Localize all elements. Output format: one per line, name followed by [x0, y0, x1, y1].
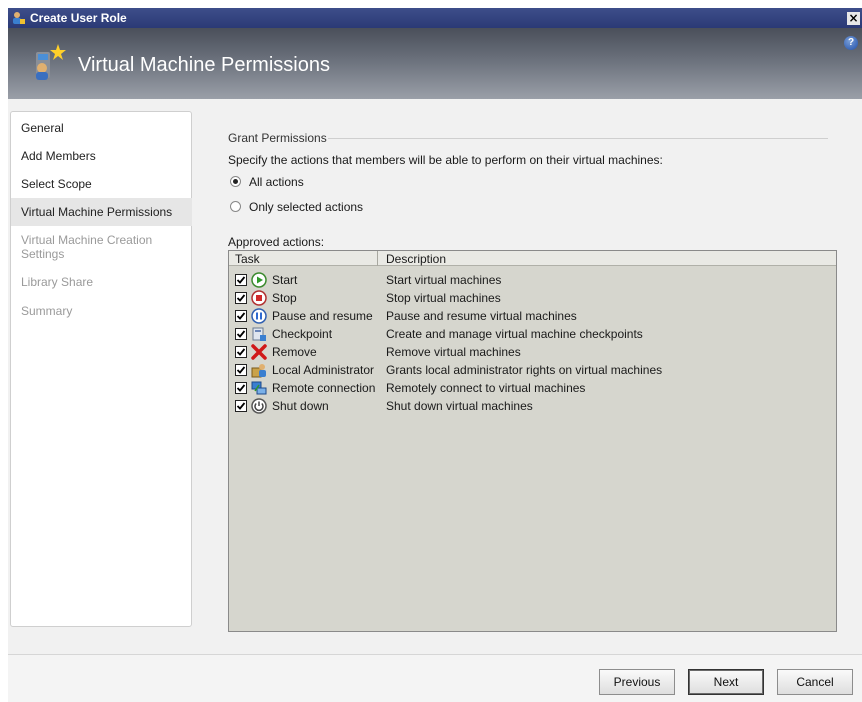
- checkbox[interactable]: [235, 292, 247, 304]
- task-label: Remove: [272, 345, 317, 359]
- main-panel: Grant Permissions Specify the actions th…: [204, 111, 854, 632]
- action-row-remove[interactable]: Remove Remove virtual machines: [229, 343, 836, 361]
- task-label: Start: [272, 273, 298, 287]
- task-label: Shut down: [272, 399, 329, 413]
- header-banner: Virtual Machine Permissions ?: [8, 28, 862, 99]
- task-description: Pause and resume virtual machines: [386, 309, 577, 323]
- action-row-local-admin[interactable]: Local Administrator Grants local adminis…: [229, 361, 836, 379]
- page-title: Virtual Machine Permissions: [78, 54, 330, 76]
- wizard-footer: Previous Next Cancel: [8, 654, 862, 702]
- cancel-button[interactable]: Cancel: [777, 669, 853, 695]
- task-description: Grants local administrator rights on vir…: [386, 363, 663, 377]
- radio-selected-actions[interactable]: Only selected actions: [230, 200, 363, 214]
- list-header: Task Description: [229, 251, 836, 266]
- group-divider: [328, 138, 828, 139]
- approved-actions-label: Approved actions:: [228, 235, 325, 249]
- radio-button[interactable]: [230, 176, 241, 187]
- local-admin-icon: [251, 364, 266, 378]
- action-row-start[interactable]: Start Start virtual machines: [229, 271, 836, 289]
- task-description: Remove virtual machines: [386, 345, 521, 359]
- task-label: Stop: [272, 291, 297, 305]
- task-label: Pause and resume: [272, 309, 373, 323]
- remove-icon: [251, 344, 267, 360]
- task-description: Remotely connect to virtual machines: [386, 381, 586, 395]
- shutdown-icon: [251, 398, 267, 414]
- task-description: Create and manage virtual machine checkp…: [386, 327, 643, 341]
- nav-item-library-share: Library Share: [21, 275, 94, 289]
- task-description: Stop virtual machines: [386, 291, 501, 305]
- nav-item-vm-permissions[interactable]: Virtual Machine Permissions: [11, 198, 192, 226]
- nav-item-summary: Summary: [21, 304, 73, 318]
- window-title: Create User Role: [30, 11, 127, 25]
- stop-icon: [251, 290, 267, 306]
- help-icon[interactable]: ?: [844, 36, 858, 50]
- task-description: Shut down virtual machines: [386, 399, 533, 413]
- group-label: Grant Permissions: [228, 131, 327, 145]
- action-row-pause-resume[interactable]: Pause and resume Pause and resume virtua…: [229, 307, 836, 325]
- checkbox[interactable]: [235, 346, 247, 358]
- radio-label: Only selected actions: [249, 200, 364, 214]
- close-button[interactable]: ×: [847, 12, 860, 25]
- remote-connection-icon: [251, 381, 267, 395]
- task-label: Local Administrator: [272, 363, 375, 377]
- nav-item-select-scope[interactable]: Select Scope: [11, 174, 192, 194]
- title-bar: Create User Role ×: [8, 8, 862, 28]
- checkbox[interactable]: [235, 364, 247, 376]
- action-row-checkpoint[interactable]: Checkpoint Create and manage virtual mac…: [229, 325, 836, 343]
- column-header-description[interactable]: Description: [386, 252, 446, 266]
- radio-all-actions[interactable]: All actions: [230, 175, 304, 189]
- checkbox[interactable]: [235, 400, 247, 412]
- start-icon: [251, 272, 267, 288]
- column-header-task[interactable]: Task: [235, 252, 260, 266]
- checkbox[interactable]: [235, 274, 247, 286]
- nav-item-general[interactable]: General: [11, 118, 192, 138]
- instructions-text: Specify the actions that members will be…: [228, 153, 663, 167]
- radio-label: All actions: [249, 175, 304, 189]
- actions-list[interactable]: Task Description Start Start virtual mac…: [228, 250, 837, 632]
- checkbox[interactable]: [235, 310, 247, 322]
- column-separator[interactable]: [377, 251, 378, 266]
- checkpoint-icon: [252, 327, 266, 341]
- checkbox[interactable]: [235, 328, 247, 340]
- user-role-icon: [36, 44, 66, 80]
- task-description: Start virtual machines: [386, 273, 502, 287]
- action-row-shut-down[interactable]: Shut down Shut down virtual machines: [229, 397, 836, 415]
- task-label: Checkpoint: [272, 327, 333, 341]
- radio-button[interactable]: [230, 201, 241, 212]
- user-role-small-icon: [13, 12, 25, 24]
- task-label: Remote connection: [272, 381, 376, 395]
- action-row-remote-connection[interactable]: Remote connection Remotely connect to vi…: [229, 379, 836, 397]
- nav-item-vm-creation-settings: Virtual Machine Creation Settings: [21, 233, 153, 261]
- pause-icon: [251, 308, 267, 324]
- previous-button[interactable]: Previous: [599, 669, 675, 695]
- next-button[interactable]: Next: [688, 669, 764, 695]
- checkbox[interactable]: [235, 382, 247, 394]
- wizard-body: General Add Members Select Scope Virtual…: [8, 99, 862, 654]
- wizard-nav: General Add Members Select Scope Virtual…: [10, 111, 192, 627]
- nav-item-add-members[interactable]: Add Members: [11, 146, 192, 166]
- action-row-stop[interactable]: Stop Stop virtual machines: [229, 289, 836, 307]
